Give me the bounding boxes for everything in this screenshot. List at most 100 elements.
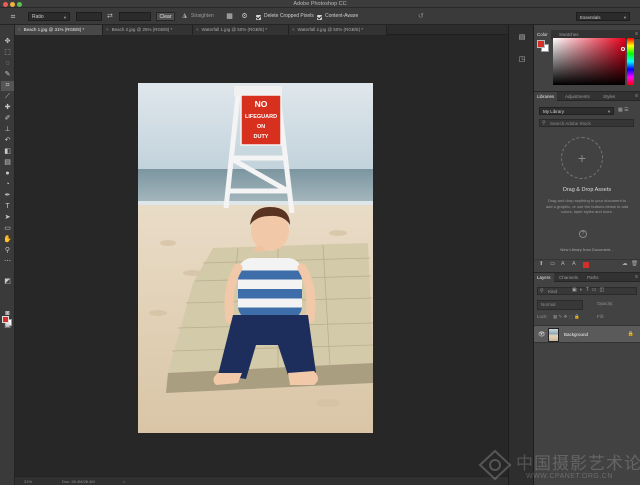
tab-styles[interactable]: Styles	[600, 92, 618, 101]
tab-paths[interactable]: Paths	[584, 273, 602, 282]
lasso-tool-icon[interactable]: ◌	[1, 59, 14, 69]
visibility-eye-icon[interactable]: 👁	[538, 331, 546, 338]
document-size: Doc: 28.4M/28.4M	[62, 479, 95, 484]
checkmark-icon	[256, 14, 261, 20]
workspace-select[interactable]: Essentials ▼	[576, 12, 630, 21]
healing-brush-tool-icon[interactable]: ✚	[1, 103, 14, 113]
sign-line-4: DUTY	[254, 134, 269, 140]
close-tab-icon[interactable]: ×	[18, 27, 21, 32]
document-image[interactable]: NO LIFEGUARD ON DUTY	[138, 83, 373, 433]
library-search-input[interactable]: ⚲ Search Adobe Stock	[539, 119, 634, 127]
cloud-sync-icon[interactable]: ☁	[622, 261, 628, 267]
reset-icon[interactable]: ↺	[418, 12, 426, 21]
zoom-level[interactable]: 31%	[24, 477, 32, 485]
panel-menu-icon[interactable]: ≡	[635, 273, 638, 282]
search-icon: ⚲	[542, 120, 546, 126]
lock-row: Lock: ▦ ✎ ✥ ⬚ 🔒 Fill:	[537, 313, 637, 321]
library-select[interactable]: My Library ▼	[539, 107, 614, 115]
path-selection-tool-icon[interactable]: ➤	[1, 213, 14, 223]
eraser-tool-icon[interactable]: ◧	[1, 147, 14, 157]
right-panels: Color Swatches ≡ Libraries Adjustments S…	[534, 25, 640, 485]
layers-panel-tabs: Layers Channels Paths ≡	[534, 273, 640, 282]
layer-filter-icons[interactable]: ▣◐T▭◫	[572, 287, 607, 293]
clear-button[interactable]: Clear	[156, 12, 175, 21]
overlay-grid-icon[interactable]: ▦	[225, 12, 234, 21]
tab-libraries[interactable]: Libraries	[534, 92, 558, 101]
close-tab-icon[interactable]: ×	[292, 27, 295, 32]
straighten-icon[interactable]: ◮	[180, 12, 189, 21]
tab-color[interactable]: Color	[534, 30, 551, 39]
info-icon[interactable]: ?	[579, 230, 587, 238]
layer-filter-value: Kind	[548, 289, 558, 294]
history-brush-tool-icon[interactable]: ↶	[1, 136, 14, 146]
marquee-tool-icon[interactable]: ⬚	[1, 48, 14, 58]
color-picker-field[interactable]	[553, 38, 625, 85]
gear-icon[interactable]: ⚙	[240, 12, 249, 21]
pen-tool-icon[interactable]: ✒	[1, 191, 14, 201]
add-graphic-icon[interactable]: ⬆	[539, 261, 544, 267]
blend-mode-select[interactable]: Normal	[537, 300, 583, 310]
blur-tool-icon[interactable]: ●	[1, 169, 14, 179]
zoom-tool-icon[interactable]: ⚲	[1, 246, 14, 256]
swap-icon[interactable]: ⇄	[107, 12, 115, 21]
more-tools-icon[interactable]: ⋯	[1, 257, 14, 267]
dodge-tool-icon[interactable]: ◔	[1, 180, 14, 190]
close-tab-icon[interactable]: ×	[196, 27, 199, 32]
rectangle-tool-icon[interactable]: ▭	[1, 224, 14, 234]
hue-slider[interactable]	[627, 38, 634, 85]
tab-beach-2[interactable]: × Beach 2.jpg @ 25% (RGB/8) *	[103, 25, 193, 35]
properties-panel-icon[interactable]: ◳	[517, 55, 527, 65]
add-character-style-icon[interactable]: A	[572, 261, 576, 267]
crop-tool-icon[interactable]: ⌗	[4, 12, 22, 21]
width-field[interactable]	[76, 12, 102, 21]
checkmark-icon	[317, 14, 322, 20]
foreground-color-swatch[interactable]	[2, 316, 9, 323]
crop-tool-icon[interactable]: ⌗	[1, 81, 14, 91]
chevron-down-icon: ▼	[63, 15, 67, 20]
status-menu-arrow[interactable]: >	[123, 477, 125, 485]
tab-waterfall-2[interactable]: × Waterfall 2.jpg @ 50% (RGB/8) *	[289, 25, 387, 35]
foreground-color-swatch[interactable]	[537, 40, 545, 48]
canvas-area[interactable]: NO LIFEGUARD ON DUTY	[15, 36, 508, 476]
tab-beach-1[interactable]: × Beach 1.jpg @ 31% (RGB/8) *	[15, 25, 103, 35]
panel-menu-icon[interactable]: ≡	[635, 30, 638, 39]
tab-layers[interactable]: Layers	[534, 273, 554, 282]
history-panel-icon[interactable]: ▤	[517, 33, 527, 43]
height-field[interactable]	[119, 12, 151, 21]
add-layer-style-icon[interactable]: ▭	[550, 261, 555, 267]
panel-menu-icon[interactable]: ≡	[635, 92, 638, 101]
straighten-label: Straighten	[191, 13, 214, 19]
add-text-icon[interactable]: A	[561, 261, 565, 267]
move-tool-icon[interactable]: ✥	[1, 37, 14, 47]
gradient-tool-icon[interactable]: ▤	[1, 158, 14, 168]
library-view-icon[interactable]: ▦ ☰	[618, 107, 629, 113]
blend-row: Normal Opacity:	[537, 300, 637, 310]
eyedropper-tool-icon[interactable]: ⟋	[1, 92, 14, 102]
clone-stamp-tool-icon[interactable]: ⊥	[1, 125, 14, 135]
layer-row-background[interactable]: 👁 Background 🔒	[534, 325, 640, 343]
brush-tool-icon[interactable]: ✐	[1, 114, 14, 124]
ratio-select[interactable]: Ratio ▼	[28, 12, 70, 21]
new-library-link[interactable]: New Library from Document...	[534, 247, 640, 252]
default-colors-icon[interactable]: ◩	[1, 277, 14, 287]
tab-label: Beach 2.jpg @ 25% (RGB/8) *	[111, 27, 173, 32]
quick-selection-tool-icon[interactable]: ✎	[1, 70, 14, 80]
sign-line-3: ON	[257, 124, 265, 130]
trash-icon[interactable]: 🗑	[631, 261, 638, 267]
opacity-label: Opacity:	[597, 301, 614, 306]
panel-icon-strip: ▤ ◳	[508, 25, 534, 485]
chevron-down-icon: ▼	[623, 15, 627, 20]
tab-adjustments[interactable]: Adjustments	[562, 92, 593, 101]
delete-cropped-pixels-checkbox[interactable]: Delete Cropped Pixels	[256, 12, 314, 21]
close-tab-icon[interactable]: ×	[106, 27, 109, 32]
tab-channels[interactable]: Channels	[556, 273, 581, 282]
tools-panel: ✥ ⬚ ◌ ✎ ⌗ ⟋ ✚ ✐ ⊥ ↶ ◧ ▤ ● ◔ ✒ T ➤ ▭ ✋ ⚲ …	[0, 25, 15, 485]
color-picker-cursor[interactable]	[621, 47, 625, 51]
layer-name[interactable]: Background	[564, 326, 588, 344]
lock-icons[interactable]: ▦ ✎ ✥ ⬚ 🔒	[553, 314, 580, 319]
hand-tool-icon[interactable]: ✋	[1, 235, 14, 245]
type-tool-icon[interactable]: T	[1, 202, 14, 212]
content-aware-checkbox[interactable]: Content-Aware	[317, 12, 365, 21]
add-color-swatch-icon[interactable]	[583, 262, 589, 268]
tab-waterfall-1[interactable]: × Waterfall 1.jpg @ 50% (RGB/8) *	[193, 25, 289, 35]
